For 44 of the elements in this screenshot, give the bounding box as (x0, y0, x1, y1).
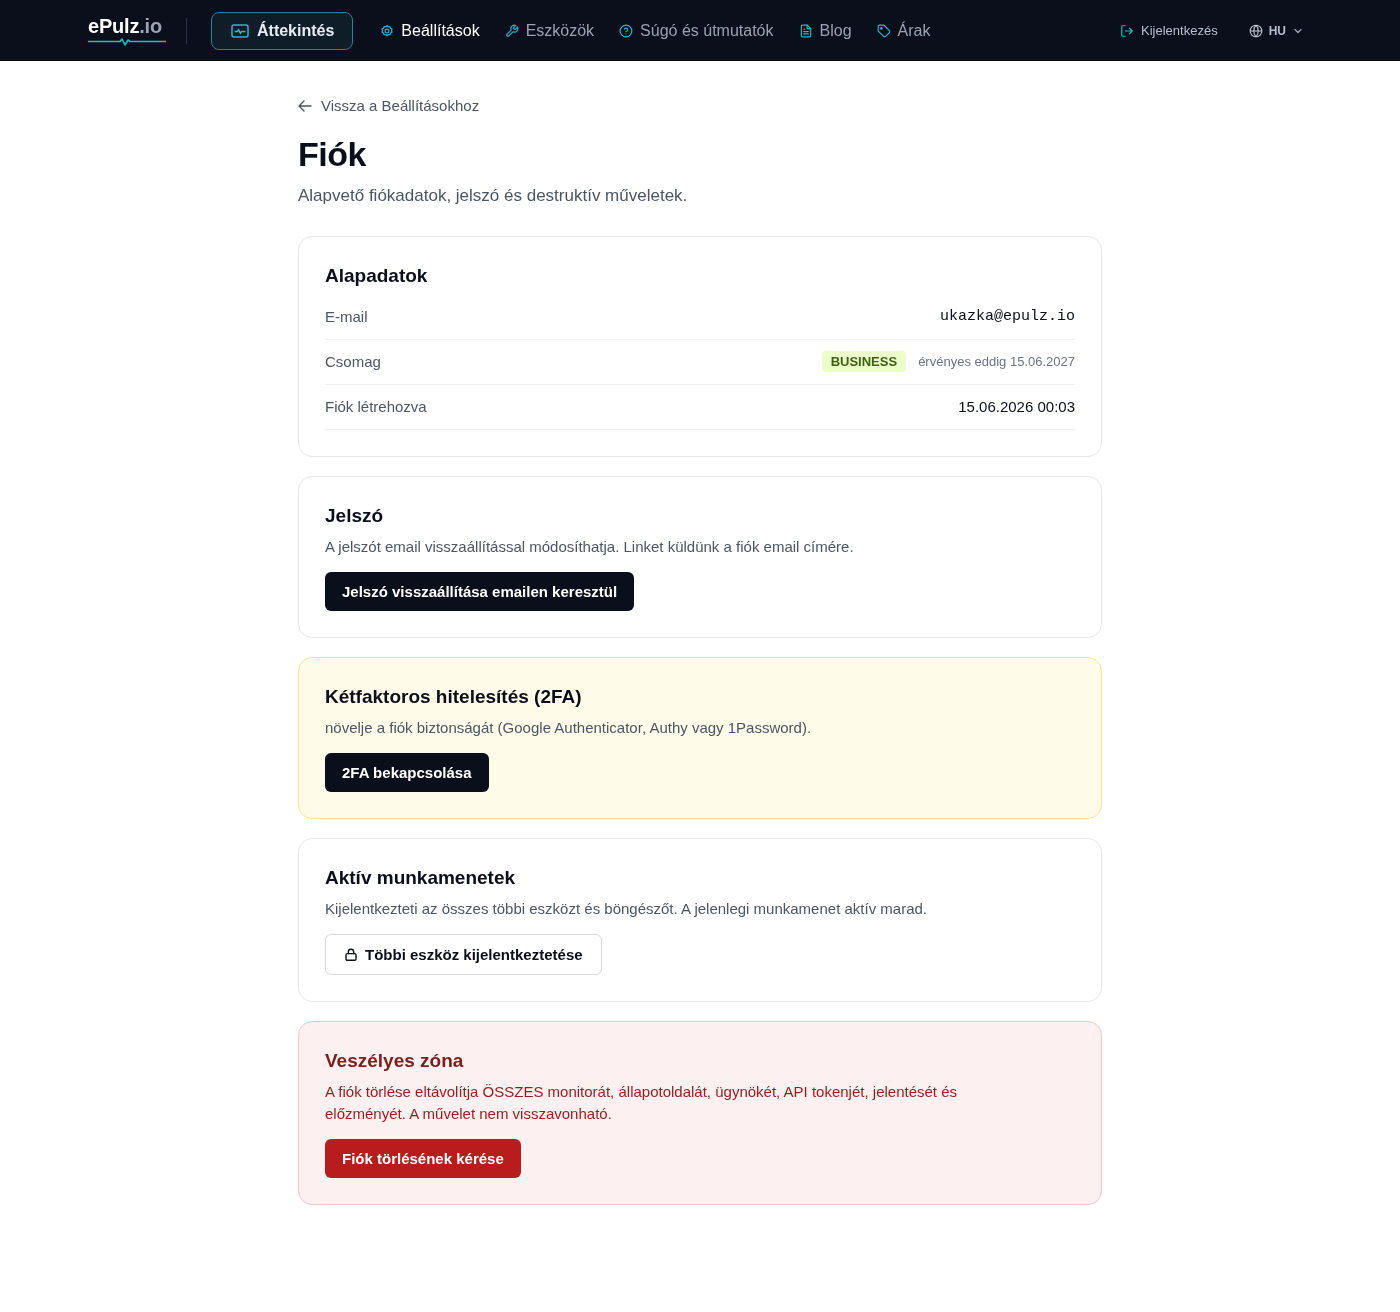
nav-link[interactable]: Súgó és útmutatók (619, 21, 774, 40)
delete-account-button[interactable]: Fiók törlésének kérése (325, 1138, 521, 1178)
document-icon (798, 23, 813, 38)
field-label: E-mail (325, 308, 368, 325)
field-label: Fiók létrehozva (325, 398, 427, 415)
overview-button[interactable]: Áttekintés (211, 11, 354, 50)
card-title: Veszélyes zóna (325, 1048, 465, 1073)
sign-out-devices-button[interactable]: Többi eszköz kijelentkeztetése (325, 933, 602, 975)
gear-icon (380, 23, 395, 38)
plan-badge: BUSINESS (821, 351, 907, 372)
card-description: A fiók törlése eltávolítja ÖSSZES monitorát, állapotoldalát, ügynökét, API tokenjét, jelentését és előzményét. A művelet nem visszavonható. (325, 1081, 959, 1124)
card-description: növelje a fiók biztonságát (Google Authenticator, Authy vagy 1Password). (325, 717, 813, 738)
page-subtitle: Alapvető fiókadatok, jelszó és destruktív műveletek. (298, 185, 689, 206)
plan-expiry-text: érvényes eddig 15.06.2027 (918, 354, 1075, 369)
page-title: Fiók (298, 133, 367, 175)
nav-link[interactable]: Blog (798, 21, 852, 40)
logo-text[interactable]: ePulz.io (88, 15, 162, 37)
card-title: Alapadatok (325, 263, 429, 288)
help-icon (619, 23, 634, 38)
globe-icon (1248, 23, 1263, 38)
lock-icon (345, 947, 357, 961)
card-description: A jelszót email visszaállítással módosíthatja. Linket küldünk a fiók email címére. (325, 536, 855, 557)
chevron-down-icon (1294, 27, 1302, 34)
card-title: Aktív munkamenetek (325, 865, 517, 890)
nav-link[interactable]: Árak (876, 21, 931, 40)
card-description: Kijelentkezteti az összes többi eszközt és böngészőt. A jelenlegi munkamenet aktív marad. (325, 898, 928, 919)
wrench-icon (504, 23, 519, 38)
field-value: 15.06.2026 00:03 (958, 398, 1075, 415)
logout-icon (1120, 23, 1135, 38)
tag-icon (876, 23, 891, 38)
action-button[interactable]: 2FA bekapcsolása (325, 752, 489, 792)
nav-link[interactable]: Beállítások (380, 21, 480, 40)
email-value: ukazka@epulz.io (939, 308, 1075, 325)
monitor-pulse-icon (231, 23, 249, 38)
logout-link[interactable]: Kijelentkezés (1120, 23, 1218, 38)
action-button[interactable]: Jelszó visszaállítása emailen keresztül (325, 571, 635, 611)
card-title: Kétfaktoros hitelesítés (2FA) (325, 684, 583, 709)
arrow-left-icon (298, 99, 312, 112)
language-selector[interactable]: HU (1248, 23, 1302, 38)
pulse-line-icon (88, 38, 166, 46)
card-title: Jelszó (325, 503, 385, 528)
field-label: Csomag (325, 353, 381, 370)
back-link[interactable]: Vissza a Beállításokhoz (298, 97, 480, 114)
nav-link[interactable]: Eszközök (504, 21, 595, 40)
